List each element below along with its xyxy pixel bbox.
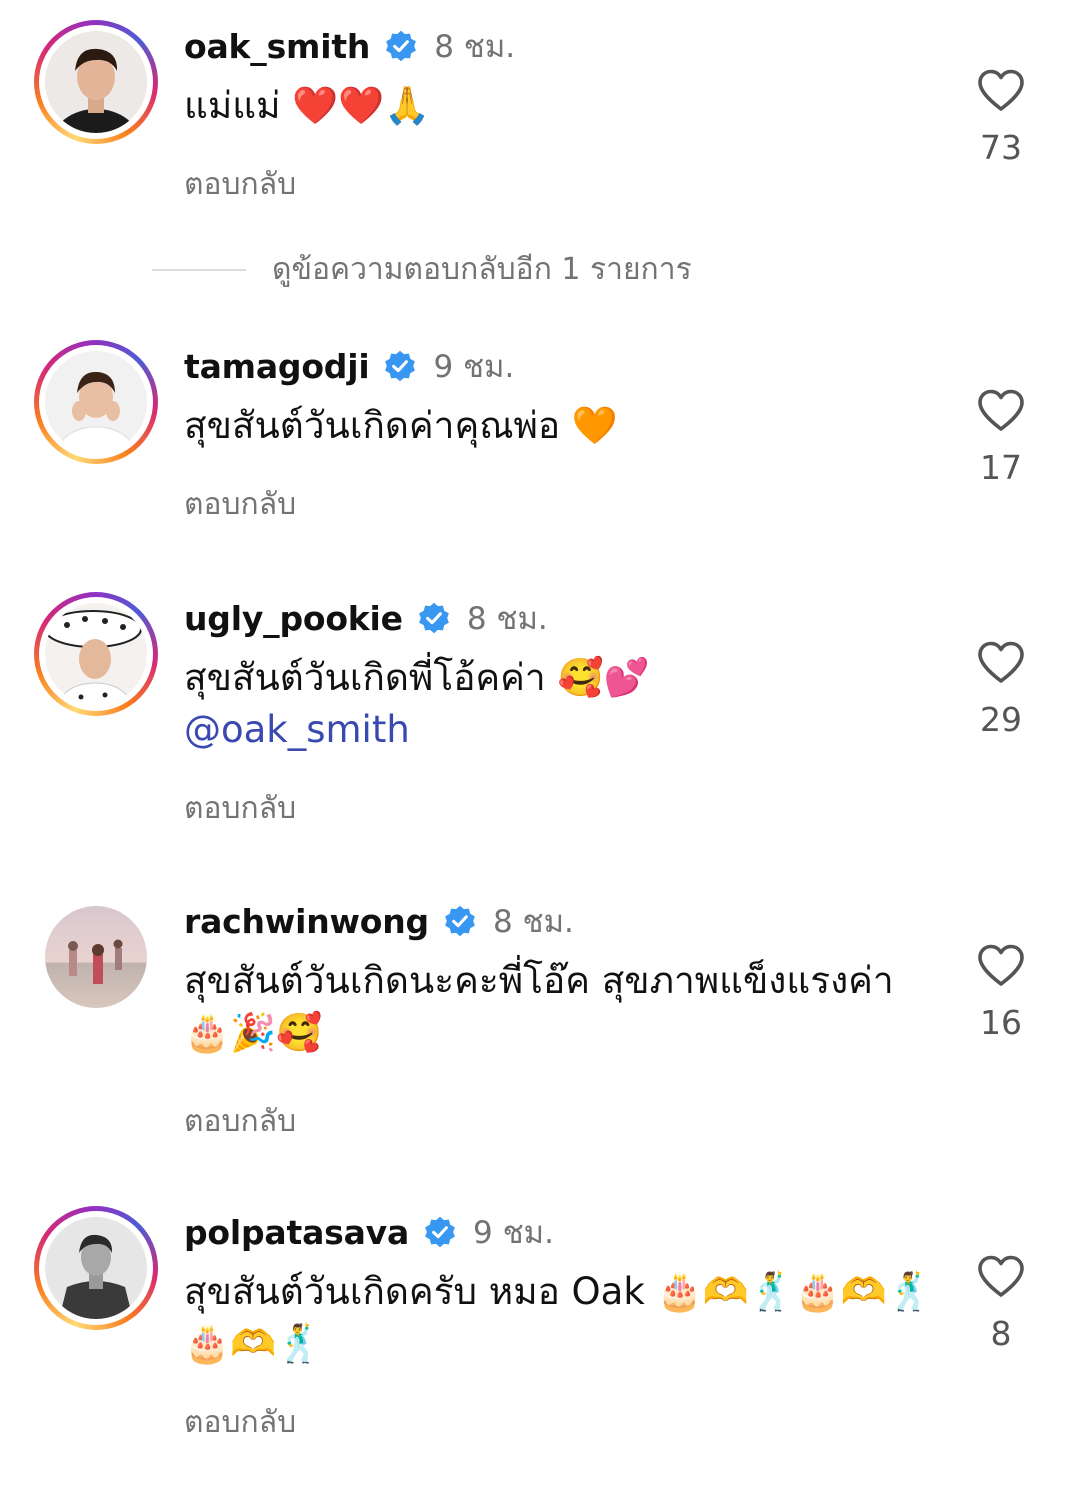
avatar: [45, 31, 147, 133]
mention-link[interactable]: @oak_smith: [184, 708, 410, 751]
comment-timestamp: 9 ชม.: [473, 1215, 554, 1251]
verified-badge-icon: [425, 1216, 455, 1248]
avatar: [45, 906, 147, 1008]
comment-text: สุขสันต์วันเกิดนะคะพี่โอ๊ค สุขภาพแข็งแรง…: [184, 955, 934, 1059]
comment-timestamp: 8 ชม.: [434, 29, 516, 65]
avatar-wrapper[interactable]: [34, 895, 158, 1019]
like-count: 17: [980, 448, 1022, 487]
like-area: 29: [968, 640, 1034, 739]
view-replies-button[interactable]: ดูข้อความตอบกลับอีก 1 รายการ: [152, 246, 692, 293]
comment-username[interactable]: rachwinwong: [184, 902, 429, 941]
comment-text: สุขสันต์วันเกิดค่าคุณพ่อ 🧡: [184, 400, 934, 452]
reply-button[interactable]: ตอบกลับ: [184, 1399, 296, 1446]
verified-badge-icon: [418, 602, 449, 634]
comment-username[interactable]: oak_smith: [184, 27, 370, 66]
comment-text: แม่แม่ ❤️❤️🙏: [184, 80, 934, 132]
avatar: [45, 1217, 147, 1319]
comment-text-content: สุขสันต์วันเกิดพี่โอ้คค่า 🥰💕: [184, 656, 650, 699]
heart-outline-icon[interactable]: [976, 640, 1026, 684]
avatar: [45, 351, 147, 453]
comment-username[interactable]: ugly_pookie: [184, 599, 403, 638]
comment-text-content: สุขสันต์วันเกิดค่าคุณพ่อ 🧡: [184, 404, 618, 447]
avatar-story-ring[interactable]: [34, 592, 158, 716]
comment-timestamp: 9 ชม.: [433, 349, 515, 385]
verified-badge-icon: [445, 905, 475, 937]
avatar: [45, 603, 147, 705]
divider-line: [152, 268, 246, 271]
heart-outline-icon[interactable]: [976, 388, 1026, 432]
like-count: 29: [980, 700, 1022, 739]
comment-text: สุขสันต์วันเกิดครับ หมอ Oak 🎂🫶🕺🎂🫶🕺🎂🫶🕺: [184, 1266, 934, 1370]
avatar-story-ring[interactable]: [34, 20, 158, 144]
comment-username[interactable]: tamagodji: [184, 347, 370, 386]
avatar-story-ring[interactable]: [34, 340, 158, 464]
comment-text-content: แม่แม่ ❤️❤️🙏: [184, 84, 431, 127]
like-count: 73: [980, 128, 1022, 167]
like-count: 16: [980, 1003, 1022, 1042]
like-area: 17: [968, 388, 1034, 487]
reply-button[interactable]: ตอบกลับ: [184, 481, 296, 528]
view-replies-label: ดูข้อความตอบกลับอีก 1 รายการ: [272, 252, 692, 287]
heart-outline-icon[interactable]: [976, 1254, 1026, 1298]
like-area: 73: [968, 68, 1034, 167]
comments-page: oak_smith 8 ชม. แม่แม่ ❤️❤️🙏 ตอบกลับ 73 …: [0, 0, 1079, 1499]
comment-text-content: สุขสันต์วันเกิดนะคะพี่โอ๊ค สุขภาพแข็งแรง…: [184, 959, 894, 1054]
verified-badge-icon: [386, 30, 417, 62]
reply-button[interactable]: ตอบกลับ: [184, 1098, 296, 1145]
heart-outline-icon[interactable]: [976, 943, 1026, 987]
reply-button[interactable]: ตอบกลับ: [184, 785, 296, 832]
like-count: 8: [990, 1314, 1012, 1353]
like-area: 8: [968, 1254, 1034, 1353]
comment-text-content: สุขสันต์วันเกิดครับ หมอ Oak 🎂🫶🕺🎂🫶🕺🎂🫶🕺: [184, 1270, 933, 1365]
reply-button[interactable]: ตอบกลับ: [184, 161, 296, 208]
avatar-story-ring[interactable]: [34, 1206, 158, 1330]
comment-username[interactable]: polpatasava: [184, 1213, 409, 1252]
verified-badge-icon: [385, 350, 416, 382]
heart-outline-icon[interactable]: [976, 68, 1026, 112]
comment-text: สุขสันต์วันเกิดพี่โอ้คค่า 🥰💕 @oak_smith: [184, 652, 934, 756]
like-area: 16: [968, 943, 1034, 1042]
comment-timestamp: 8 ชม.: [466, 601, 548, 637]
comment-timestamp: 8 ชม.: [492, 904, 574, 940]
